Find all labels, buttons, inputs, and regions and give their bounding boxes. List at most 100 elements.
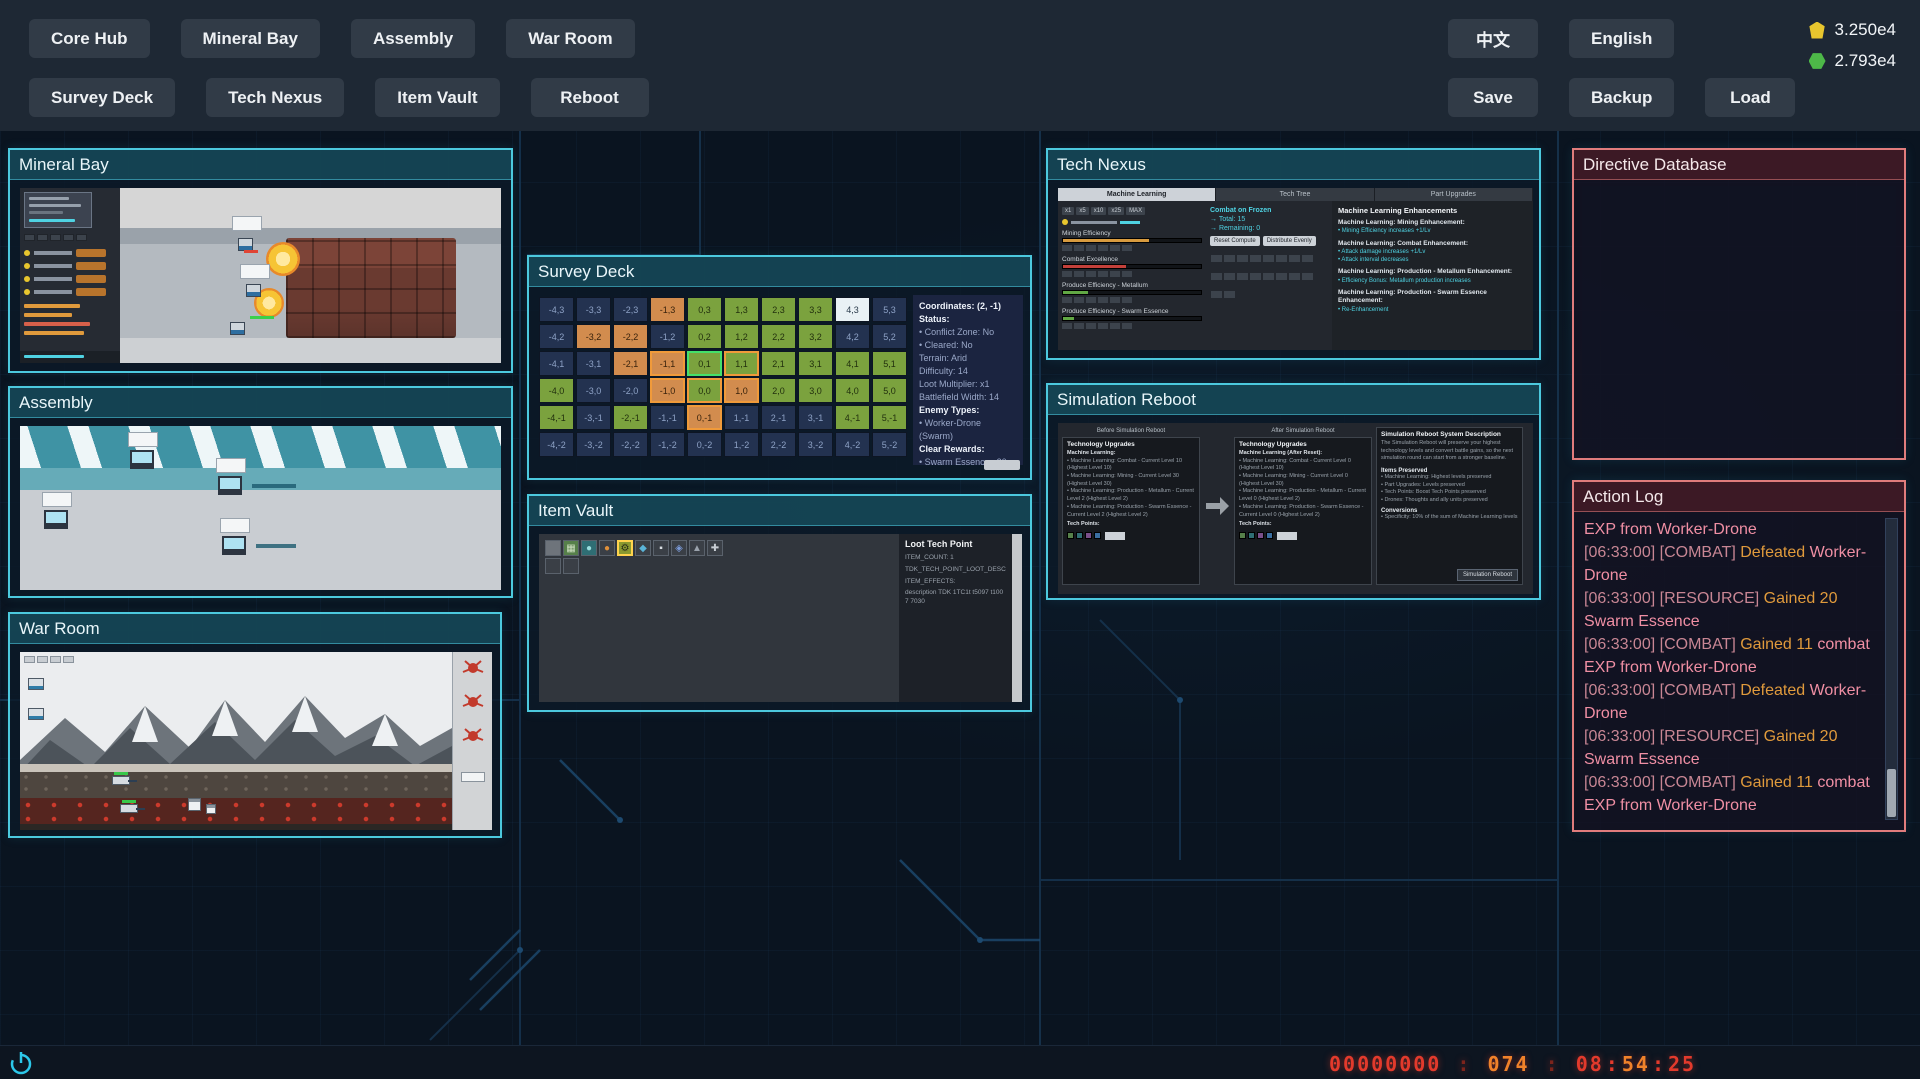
survey-tile-5_3[interactable]: 5,3: [872, 297, 907, 322]
survey-tile-2_-2[interactable]: 2,-2: [761, 432, 796, 457]
vault-slot-8[interactable]: ◈: [671, 540, 687, 556]
survey-tile--4_-2[interactable]: -4,-2: [539, 432, 574, 457]
survey-deck-panel-header[interactable]: Survey Deck: [529, 257, 1030, 287]
upgrade-row[interactable]: [24, 287, 116, 297]
survey-tile-2_0[interactable]: 2,0: [761, 378, 796, 403]
survey-tile-0_-2[interactable]: 0,-2: [687, 432, 722, 457]
survey-tile-2_1[interactable]: 2,1: [761, 351, 796, 376]
tech-tab-tech-tree[interactable]: Tech Tree: [1216, 188, 1374, 201]
survey-tile--4_3[interactable]: -4,3: [539, 297, 574, 322]
survey-tile-3_1[interactable]: 3,1: [798, 351, 833, 376]
survey-tile-3_2[interactable]: 3,2: [798, 324, 833, 349]
chip-blank[interactable]: [1062, 323, 1072, 329]
survey-tile-1_0[interactable]: 1,0: [724, 378, 759, 403]
survey-tile--3_-2[interactable]: -3,-2: [576, 432, 611, 457]
chip-blank[interactable]: [1086, 297, 1096, 303]
chip-blank[interactable]: [1110, 271, 1120, 277]
vault-slot-6[interactable]: ◆: [635, 540, 651, 556]
vault-slot-11[interactable]: [545, 558, 561, 574]
multiplier-chip-x25[interactable]: x25: [1108, 207, 1124, 215]
survey-tile-1_3[interactable]: 1,3: [724, 297, 759, 322]
tech-button-distribute-evenly[interactable]: Distribute Evenly: [1263, 236, 1316, 246]
survey-tile-3_0[interactable]: 3,0: [798, 378, 833, 403]
survey-tile--3_0[interactable]: -3,0: [576, 378, 611, 403]
chip-blank[interactable]: [1110, 323, 1120, 329]
chip-blank[interactable]: [1122, 323, 1132, 329]
nav-button-item-vault[interactable]: Item Vault: [375, 78, 499, 117]
survey-tile--2_1[interactable]: -2,1: [613, 351, 648, 376]
survey-tile-1_2[interactable]: 1,2: [724, 324, 759, 349]
survey-tile-2_3[interactable]: 2,3: [761, 297, 796, 322]
lang-button-中文[interactable]: 中文: [1448, 19, 1538, 58]
tank-unit[interactable]: [120, 804, 138, 813]
survey-tile--1_-1[interactable]: -1,-1: [650, 405, 685, 430]
survey-tile--2_-1[interactable]: -2,-1: [613, 405, 648, 430]
survey-tile-5_0[interactable]: 5,0: [872, 378, 907, 403]
tech-nexus-panel-header[interactable]: Tech Nexus: [1048, 150, 1539, 180]
tech-mult-chips[interactable]: x1x5x10x25MAX: [1062, 207, 1202, 215]
tech-button-reset-compute[interactable]: Reset Compute: [1210, 236, 1260, 246]
file-button-save[interactable]: Save: [1448, 78, 1538, 117]
survey-tile-4_0[interactable]: 4,0: [835, 378, 870, 403]
survey-tile--3_-1[interactable]: -3,-1: [576, 405, 611, 430]
multiplier-chip-x10[interactable]: x10: [1091, 207, 1107, 215]
vault-slot-4[interactable]: ●: [599, 540, 615, 556]
vault-slot-12[interactable]: [563, 558, 579, 574]
survey-tile--1_2[interactable]: -1,2: [650, 324, 685, 349]
chip-blank[interactable]: [1062, 245, 1072, 251]
mining-robot[interactable]: [246, 284, 261, 297]
action-log-scrollbar[interactable]: [1885, 518, 1898, 820]
power-button[interactable]: [8, 1050, 34, 1076]
survey-tile-3_-2[interactable]: 3,-2: [798, 432, 833, 457]
chip-blank[interactable]: [1098, 271, 1108, 277]
multiplier-chip-x5[interactable]: x5: [1076, 207, 1088, 215]
survey-tile--4_0[interactable]: -4,0: [539, 378, 574, 403]
bar-chip-row[interactable]: [1062, 245, 1202, 251]
survey-tile-5_-1[interactable]: 5,-1: [872, 405, 907, 430]
chip-blank[interactable]: [1086, 323, 1096, 329]
directive-database-panel-header[interactable]: Directive Database: [1574, 150, 1904, 180]
mineral-bay-thumbnail[interactable]: [20, 188, 501, 363]
survey-tile--1_0[interactable]: -1,0: [650, 378, 685, 403]
survey-tile--3_2[interactable]: -3,2: [576, 324, 611, 349]
compute-allocation-grid[interactable]: [1210, 250, 1320, 304]
survey-tile-0_1[interactable]: 0,1: [687, 351, 722, 376]
chip-blank[interactable]: [1122, 297, 1132, 303]
scrollbar-thumb[interactable]: [1887, 769, 1896, 817]
survey-tile-2_2[interactable]: 2,2: [761, 324, 796, 349]
vault-slot-3[interactable]: ●: [581, 540, 597, 556]
multiplier-chip-x1[interactable]: x1: [1062, 207, 1074, 215]
chip-blank[interactable]: [1074, 297, 1084, 303]
assembler-machine[interactable]: [222, 536, 246, 555]
vault-slot-1[interactable]: [545, 540, 561, 556]
war-room-thumbnail[interactable]: [20, 652, 492, 830]
chip-blank[interactable]: [1074, 323, 1084, 329]
survey-tile-5_1[interactable]: 5,1: [872, 351, 907, 376]
enemy-sidebar[interactable]: [452, 652, 492, 830]
file-button-load[interactable]: Load: [1705, 78, 1795, 117]
nav-button-reboot[interactable]: Reboot: [531, 78, 649, 117]
chip-blank[interactable]: [1098, 245, 1108, 251]
assembler-machine[interactable]: [44, 510, 68, 529]
nav-button-war-room[interactable]: War Room: [506, 19, 634, 58]
survey-tile-3_-1[interactable]: 3,-1: [798, 405, 833, 430]
simulation-reboot-button[interactable]: Simulation Reboot: [1457, 569, 1518, 581]
chip-blank[interactable]: [1086, 245, 1096, 251]
survey-tile--1_3[interactable]: -1,3: [650, 297, 685, 322]
nav-button-mineral-bay[interactable]: Mineral Bay: [181, 19, 320, 58]
survey-tile-1_-2[interactable]: 1,-2: [724, 432, 759, 457]
survey-tile-4_-2[interactable]: 4,-2: [835, 432, 870, 457]
chip-blank[interactable]: [1086, 271, 1096, 277]
vault-slot-10[interactable]: ✚: [707, 540, 723, 556]
chip-blank[interactable]: [1074, 245, 1084, 251]
survey-tile-0_0[interactable]: 0,0: [687, 378, 722, 403]
chip-blank[interactable]: [1110, 245, 1120, 251]
simulation-reboot-panel-header[interactable]: Simulation Reboot: [1048, 385, 1539, 415]
lang-button-english[interactable]: English: [1569, 19, 1674, 58]
chip-blank[interactable]: [1062, 271, 1072, 277]
mineral-bay-panel-header[interactable]: Mineral Bay: [10, 150, 511, 180]
chip-blank[interactable]: [1122, 245, 1132, 251]
survey-tile-4_2[interactable]: 4,2: [835, 324, 870, 349]
nav-button-tech-nexus[interactable]: Tech Nexus: [206, 78, 344, 117]
bar-chip-row[interactable]: [1062, 323, 1202, 329]
